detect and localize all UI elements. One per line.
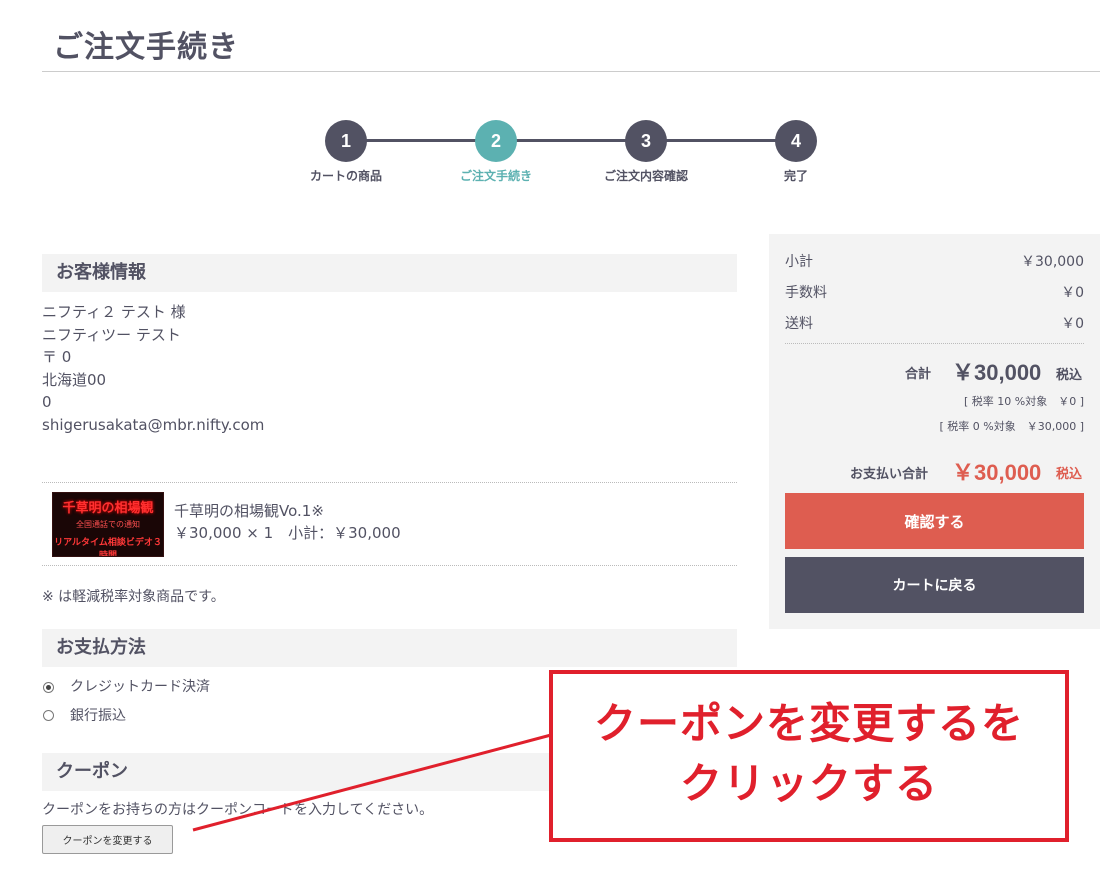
annotation-line-2: クリックする [679, 759, 938, 808]
annotation-line-1: クーポンを変更するを [593, 699, 1024, 748]
annotation-callout-text: クーポンを変更するを クリックする [553, 694, 1065, 814]
